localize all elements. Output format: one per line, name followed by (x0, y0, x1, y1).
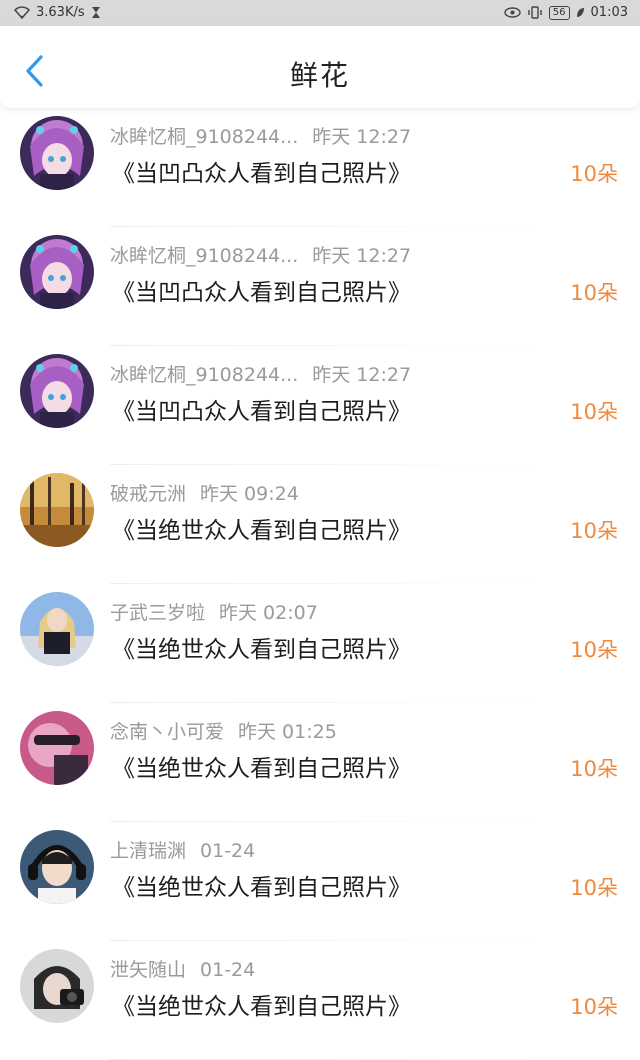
avatar[interactable] (20, 711, 94, 785)
leaf-icon (576, 8, 584, 17)
avatar[interactable] (20, 830, 94, 904)
gifted-work-title[interactable]: 《当绝世众人看到自己照片》 (112, 511, 411, 545)
username[interactable]: 泄矢随山 (110, 959, 186, 981)
nav-header: 鲜花 (0, 26, 640, 108)
user-meta: 念南丶小可爱 昨天 01:25 (110, 717, 337, 744)
list-item[interactable]: 念南丶小可爱 昨天 01:25 《当绝世众人看到自己照片》 10朵 (0, 703, 640, 822)
avatar[interactable] (20, 354, 94, 428)
flower-count: 10朵 (570, 757, 618, 781)
page-title: 鲜花 (289, 59, 350, 92)
username[interactable]: 子武三岁啦 (110, 602, 205, 624)
user-meta: 泄矢随山 01-24 (110, 955, 255, 982)
list-item[interactable]: 泄矢随山 01-24 《当绝世众人看到自己照片》 10朵 (0, 941, 640, 1060)
flower-count: 10朵 (570, 638, 618, 662)
avatar[interactable] (20, 592, 94, 666)
gifted-work-title[interactable]: 《当凹凸众人看到自己照片》 (112, 392, 411, 426)
flower-count: 10朵 (570, 995, 618, 1019)
gifted-work-title[interactable]: 《当绝世众人看到自己照片》 (112, 987, 411, 1021)
user-meta: 子武三岁啦 昨天 02:07 (110, 598, 318, 625)
timestamp: 昨天 09:24 (200, 483, 299, 505)
gifted-work-title[interactable]: 《当凹凸众人看到自己照片》 (112, 154, 411, 188)
username[interactable]: 冰眸忆桐_9108244... (110, 364, 298, 386)
user-meta: 冰眸忆桐_9108244... 昨天 12:27 (110, 122, 411, 149)
username[interactable]: 破戒元洲 (110, 483, 186, 505)
user-meta: 上清瑞渊 01-24 (110, 836, 255, 863)
avatar[interactable] (20, 949, 94, 1023)
status-right: 56 01:03 (504, 5, 628, 20)
username[interactable]: 念南丶小可爱 (110, 721, 224, 743)
avatar[interactable] (20, 473, 94, 547)
timestamp: 01-24 (200, 840, 256, 862)
battery-indicator: 56 (548, 5, 570, 20)
flower-count: 10朵 (570, 519, 618, 543)
list-item[interactable]: 冰眸忆桐_9108244... 昨天 12:27 《当凹凸众人看到自己照片》 10朵 (0, 346, 640, 465)
status-left: 3.63K/s (14, 5, 101, 20)
vibrate-icon (528, 6, 542, 19)
list-item[interactable]: 上清瑞渊 01-24 《当绝世众人看到自己照片》 10朵 (0, 822, 640, 941)
timestamp: 01-24 (200, 959, 256, 981)
timestamp: 昨天 12:27 (312, 245, 412, 267)
gifted-work-title[interactable]: 《当绝世众人看到自己照片》 (112, 868, 411, 902)
user-meta: 冰眸忆桐_9108244... 昨天 12:27 (110, 360, 411, 387)
avatar[interactable] (20, 235, 94, 309)
user-meta: 冰眸忆桐_9108244... 昨天 12:27 (110, 241, 411, 268)
username[interactable]: 冰眸忆桐_9108244... (110, 126, 298, 148)
timestamp: 昨天 02:07 (219, 602, 318, 624)
flower-count: 10朵 (570, 876, 618, 900)
list-item[interactable]: 破戒元洲 昨天 09:24 《当绝世众人看到自己照片》 10朵 (0, 465, 640, 584)
status-bar: 3.63K/s 56 01:03 (0, 0, 640, 26)
username[interactable]: 上清瑞渊 (110, 840, 186, 862)
timestamp: 昨天 12:27 (312, 126, 412, 148)
username[interactable]: 冰眸忆桐_9108244... (110, 245, 298, 267)
list-item[interactable]: 子武三岁啦 昨天 02:07 《当绝世众人看到自己照片》 10朵 (0, 584, 640, 703)
timestamp: 昨天 12:27 (312, 364, 412, 386)
wifi-icon (14, 6, 30, 19)
avatar[interactable] (20, 116, 94, 190)
gifted-work-title[interactable]: 《当绝世众人看到自己照片》 (112, 749, 411, 783)
flower-count: 10朵 (570, 400, 618, 424)
flower-gift-list: 冰眸忆桐_9108244... 昨天 12:27 《当凹凸众人看到自己照片》 10朵冰… (0, 108, 640, 1060)
timestamp: 昨天 01:25 (238, 721, 337, 743)
list-item[interactable]: 冰眸忆桐_9108244... 昨天 12:27 《当凹凸众人看到自己照片》 10朵 (0, 227, 640, 346)
list-item[interactable]: 冰眸忆桐_9108244... 昨天 12:27 《当凹凸众人看到自己照片》 10朵 (0, 108, 640, 227)
flower-count: 10朵 (570, 162, 618, 186)
gifted-work-title[interactable]: 《当凹凸众人看到自己照片》 (112, 273, 411, 307)
flower-count: 10朵 (570, 281, 618, 305)
clock: 01:03 (590, 5, 628, 20)
eye-icon (504, 7, 521, 18)
user-meta: 破戒元洲 昨天 09:24 (110, 479, 299, 506)
hourglass-icon (91, 7, 100, 18)
network-speed: 3.63K/s (36, 5, 85, 20)
gifted-work-title[interactable]: 《当绝世众人看到自己照片》 (112, 630, 411, 664)
